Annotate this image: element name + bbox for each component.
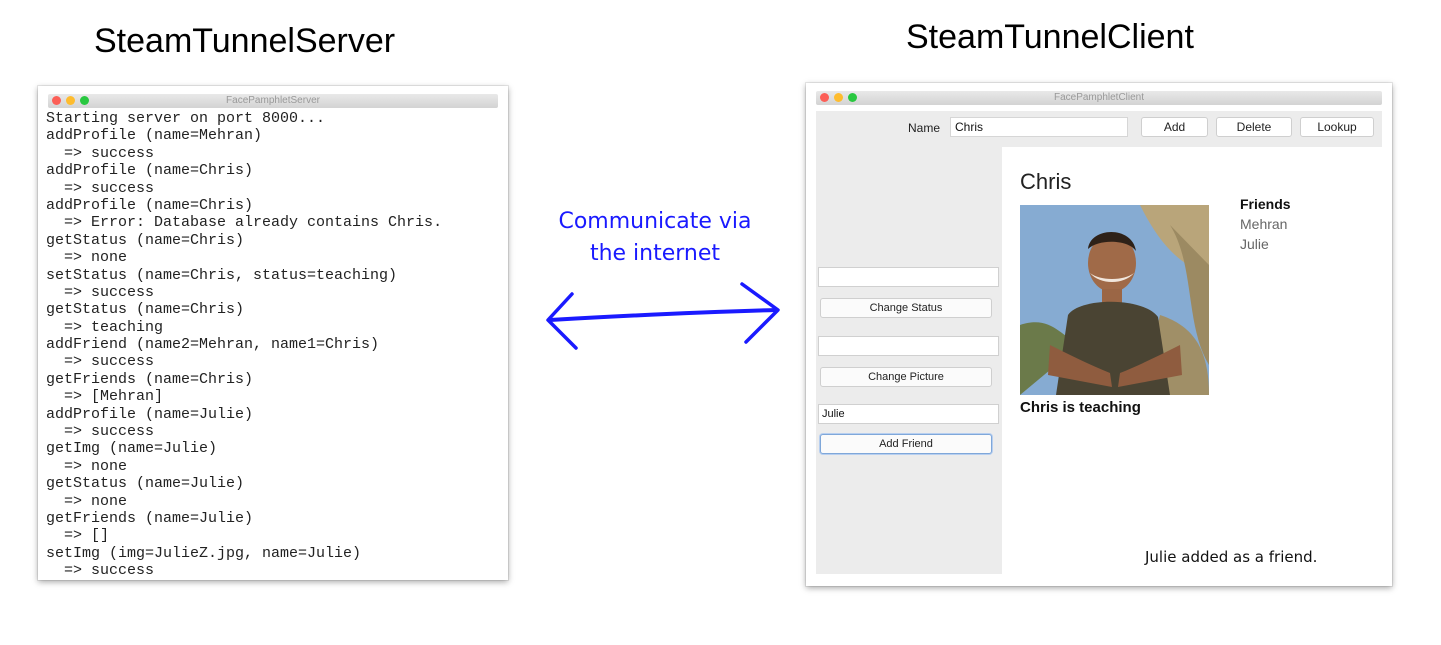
client-heading: SteamTunnelClient [906, 18, 1194, 56]
status-message: Julie added as a friend. [1145, 548, 1318, 566]
console-line: getImg (name=Julie) [46, 440, 218, 458]
console-line: => success [46, 144, 155, 162]
console-line: getFriends (name=Chris) [46, 370, 254, 388]
console-line: addProfile (name=Mehran) [46, 127, 263, 145]
console-line: => success [46, 353, 155, 371]
server-window-title: FacePamphletServer [226, 95, 320, 106]
server-heading: SteamTunnelServer [94, 22, 396, 60]
console-line: => teaching [46, 318, 164, 336]
client-titlebar[interactable]: FacePamphletClient [816, 91, 1382, 105]
profile-photo [1020, 205, 1209, 395]
console-line: => none [46, 249, 128, 267]
profile-status: Chris is teaching [1020, 399, 1141, 416]
status-input[interactable] [818, 267, 999, 287]
console-line: => success [46, 283, 155, 301]
server-window: FacePamphletServer Starting server on po… [38, 86, 508, 580]
server-console: Starting server on port 8000... addProfil… [46, 110, 504, 580]
console-line: => success [46, 562, 155, 580]
delete-button[interactable]: Delete [1216, 117, 1292, 137]
friends-heading: Friends [1240, 196, 1291, 212]
change-status-button[interactable]: Change Status [820, 298, 992, 318]
console-line: setStatus (name=Chris, status=teaching) [46, 266, 398, 284]
console-line: => none [46, 492, 128, 510]
picture-input[interactable] [818, 336, 999, 356]
friend-item: Mehran [1240, 216, 1288, 232]
lookup-button[interactable]: Lookup [1300, 117, 1374, 137]
name-input[interactable]: Chris [950, 117, 1128, 137]
console-line: setImg (img=JulieZ.jpg, name=Julie) [46, 544, 362, 562]
console-line: => [Mehran] [46, 388, 164, 406]
arrow-label-line2: the internet [589, 241, 721, 266]
console-line: addFriend (name2=Mehran, name1=Chris) [46, 336, 380, 354]
console-line: addProfile (name=Julie) [46, 405, 254, 423]
client-window: FacePamphletClient Name Chris Add Delete… [806, 83, 1392, 586]
name-label: Name [908, 121, 941, 135]
console-line: getStatus (name=Chris) [46, 301, 245, 319]
console-line: => success [46, 179, 155, 197]
arrow-label: Communicate via the internet [540, 206, 770, 270]
client-sidebar: Change Status Change Picture Julie Add F… [816, 147, 1002, 574]
console-line: getStatus (name=Chris) [46, 231, 245, 249]
console-line: getStatus (name=Julie) [46, 475, 245, 493]
console-line: Starting server on port 8000... [46, 110, 326, 127]
client-window-title: FacePamphletClient [1053, 92, 1145, 103]
double-arrow-icon [546, 282, 780, 350]
profile-photo-image [1020, 205, 1209, 395]
console-line: addProfile (name=Chris) [46, 162, 254, 180]
arrow-label-line1: Communicate via [558, 209, 752, 234]
profile-panel: Chris Chris is teaching Friends Mehran J… [1002, 147, 1382, 574]
add-button[interactable]: Add [1141, 117, 1208, 137]
server-titlebar[interactable]: FacePamphletServer [48, 94, 498, 108]
client-toolbar: Name Chris Add Delete Lookup [816, 111, 1382, 147]
change-picture-button[interactable]: Change Picture [820, 367, 992, 387]
console-line: => Error: Database already contains Chri… [46, 214, 443, 232]
console-line: addProfile (name=Chris) [46, 196, 254, 214]
profile-name: Chris [1020, 169, 1072, 194]
friend-input[interactable]: Julie [818, 404, 999, 424]
console-line: => [] [46, 527, 110, 545]
add-friend-button[interactable]: Add Friend [820, 434, 992, 454]
friend-item: Julie [1240, 236, 1269, 252]
console-line: getFriends (name=Julie) [46, 509, 254, 527]
console-line: => none [46, 457, 128, 475]
console-line: => success [46, 423, 155, 441]
